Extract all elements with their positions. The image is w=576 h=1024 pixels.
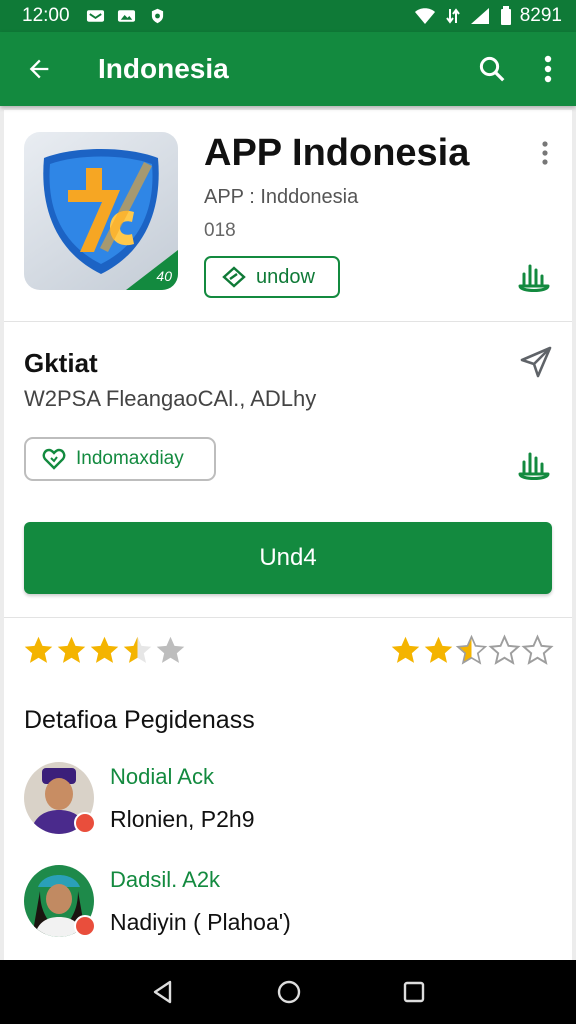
overflow-menu-button[interactable] xyxy=(520,41,576,97)
person-name: Dadsil. A2k xyxy=(110,867,221,892)
search-button[interactable] xyxy=(464,41,520,97)
app-header-card: 40 APP Indonesia APP : Inddonesia 018 un… xyxy=(4,110,572,322)
person-desc: Nadiyin ( Plahoa') xyxy=(110,909,291,935)
recents-square-icon[interactable] xyxy=(402,980,426,1004)
star-empty-icon xyxy=(521,634,554,665)
rating-stars-left[interactable] xyxy=(22,634,187,667)
heart-icon xyxy=(42,448,66,470)
star-filled-icon xyxy=(391,636,420,663)
list-item[interactable]: Dadsil. A2k Nadiyin ( Plahoa') xyxy=(24,865,564,947)
detail-title: Gktiat xyxy=(24,348,98,378)
wifi-icon xyxy=(414,8,435,24)
photo-icon xyxy=(117,10,135,22)
primary-action-button[interactable]: Und4 xyxy=(24,522,552,594)
back-triangle-icon[interactable] xyxy=(150,979,176,1005)
icon-version: 40 xyxy=(156,268,172,284)
section-title: Detafioa Pegidenass xyxy=(24,706,255,734)
content-sheet: 40 APP Indonesia APP : Inddonesia 018 un… xyxy=(4,110,572,960)
app-bar: Indonesia xyxy=(0,32,576,106)
status-time: 12:00 xyxy=(22,5,70,26)
more-vert-icon xyxy=(544,55,552,83)
battery-icon xyxy=(500,6,511,25)
search-icon xyxy=(479,56,505,82)
hand-raise-icon[interactable] xyxy=(514,444,554,484)
card-more-button[interactable] xyxy=(530,138,560,168)
star-half-icon xyxy=(123,636,152,663)
app-size: 018 xyxy=(204,220,236,241)
install-chip[interactable]: undow xyxy=(204,256,340,298)
install-chip-label: undow xyxy=(256,265,315,288)
page-title: Indonesia xyxy=(98,53,229,84)
data-arrows-icon xyxy=(445,8,460,24)
back-button[interactable] xyxy=(0,32,76,106)
person-name: Nodial Ack xyxy=(110,764,214,789)
star-empty-icon xyxy=(156,636,185,663)
detail-subtitle: W2PSA FleangaoCAl., ADLhy xyxy=(24,386,317,411)
star-filled-icon xyxy=(424,636,453,663)
list-item[interactable]: Nodial Ack Rlonien, P2h9 xyxy=(24,762,564,844)
status-bar: 12:00 8291 xyxy=(0,0,576,32)
star-filled-icon xyxy=(90,636,119,663)
app-icon[interactable]: 40 xyxy=(24,132,178,290)
system-nav-bar xyxy=(0,960,576,1024)
mail-icon xyxy=(86,10,104,22)
home-circle-icon[interactable] xyxy=(276,979,302,1005)
person-desc: Rlonien, P2h9 xyxy=(110,806,255,832)
region-chip-label: Indomaxdiay xyxy=(76,448,184,469)
hand-raise-icon[interactable] xyxy=(514,256,554,296)
star-half-icon xyxy=(455,634,488,665)
send-icon[interactable] xyxy=(518,344,554,380)
shield-icon xyxy=(151,8,163,24)
battery-text: 8291 xyxy=(519,5,562,26)
status-badge xyxy=(74,915,96,937)
signal-icon xyxy=(470,8,489,24)
region-chip[interactable]: Indomaxdiay xyxy=(24,437,216,481)
rating-stars-right[interactable] xyxy=(389,634,554,667)
star-filled-icon xyxy=(57,636,86,663)
arrow-back-icon xyxy=(29,59,49,79)
star-empty-icon xyxy=(488,634,521,665)
detail-card: Gktiat W2PSA FleangaoCAl., ADLhy Indomax… xyxy=(4,322,572,618)
app-title: APP Indonesia xyxy=(204,132,470,174)
status-badge xyxy=(74,812,96,834)
tag-icon xyxy=(222,266,246,288)
star-filled-icon xyxy=(24,636,53,663)
developer-name[interactable]: APP : Inddonesia xyxy=(204,186,358,209)
app-logo-icon xyxy=(43,149,159,274)
more-vert-icon xyxy=(542,141,548,165)
